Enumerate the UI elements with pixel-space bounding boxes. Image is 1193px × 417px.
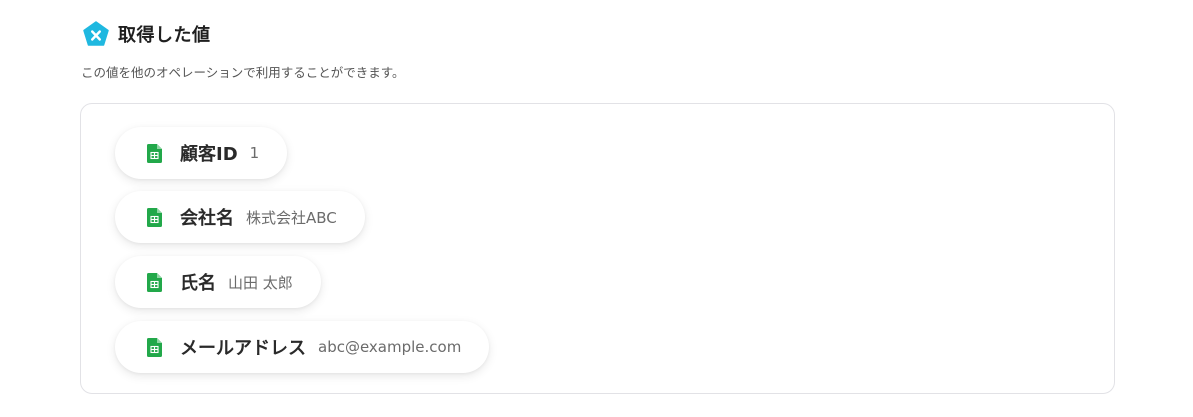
field-value: 山田 太郎 xyxy=(228,273,293,292)
spreadsheet-icon xyxy=(147,272,162,292)
value-chip-company-name[interactable]: 会社名 株式会社ABC xyxy=(115,191,365,243)
x-pentagon-icon xyxy=(83,21,109,46)
value-chip-email[interactable]: メールアドレス abc@example.com xyxy=(115,321,490,373)
value-chip-full-name[interactable]: 氏名 山田 太郎 xyxy=(115,256,321,308)
section-header: 取得した値 xyxy=(82,20,211,48)
spreadsheet-icon xyxy=(147,143,162,163)
page-subtitle: この値を他のオペレーションで利用することができます。 xyxy=(81,65,405,80)
field-label: 顧客ID xyxy=(180,144,238,165)
value-chip-customer-id[interactable]: 顧客ID 1 xyxy=(115,127,288,179)
field-value: 1 xyxy=(249,144,260,162)
page-title: 取得した値 xyxy=(118,25,211,46)
values-panel: 顧客ID 1 会社名 株式会社ABC 氏名 山田 太郎 メールアドレス abc@… xyxy=(80,103,1115,394)
spreadsheet-icon xyxy=(147,337,162,357)
field-value: abc@example.com xyxy=(318,338,462,356)
field-label: メールアドレス xyxy=(180,338,306,359)
field-label: 会社名 xyxy=(180,208,234,229)
field-label: 氏名 xyxy=(180,273,216,294)
spreadsheet-icon xyxy=(147,207,162,227)
field-value: 株式会社ABC xyxy=(246,208,337,227)
